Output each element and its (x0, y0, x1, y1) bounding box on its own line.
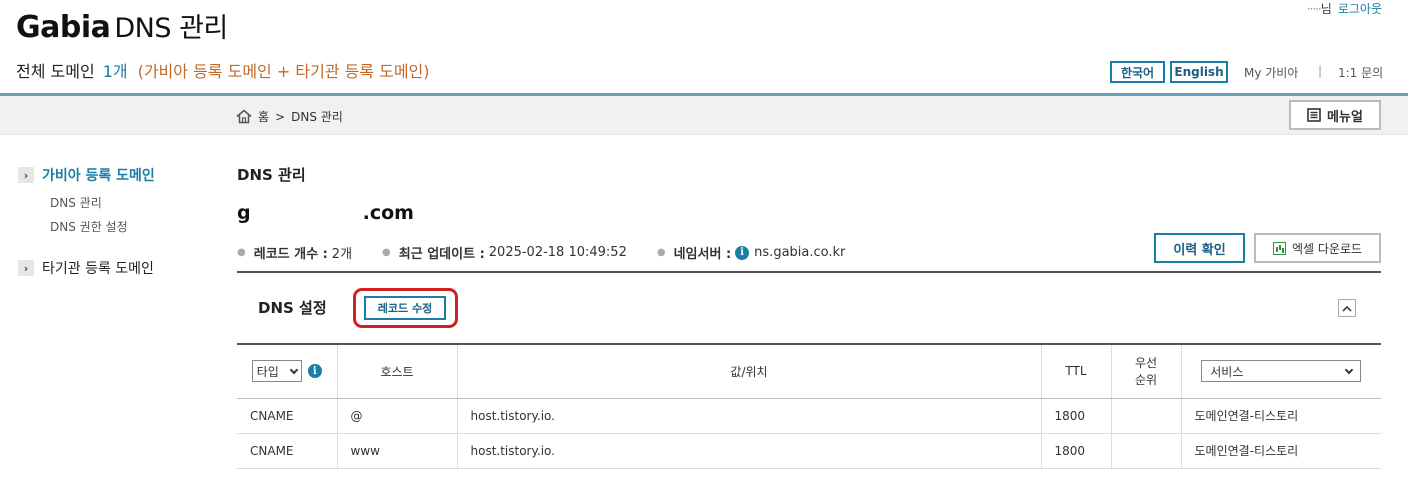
table-row: CNAME www host.tistory.io. 1800 도메인연결-티스… (237, 433, 1381, 469)
user-area: ·····님 로그아웃 (1307, 0, 1382, 17)
header-value: 값/위치 (457, 343, 1042, 399)
user-suffix: 님 (1320, 2, 1332, 16)
cell-host: www (337, 433, 458, 469)
lang-korean-button[interactable]: 한국어 (1110, 61, 1165, 83)
cell-type: CNAME (237, 433, 338, 469)
excel-label: 엑셀 다운로드 (1291, 241, 1363, 256)
page-title: DNS 관리 (237, 166, 306, 184)
info-icon[interactable]: i (307, 364, 322, 379)
breadcrumb-current: DNS 관리 (291, 110, 343, 124)
header-ttl: TTL (1041, 343, 1112, 399)
lang-english-button[interactable]: English (1170, 61, 1228, 83)
home-icon[interactable] (236, 109, 252, 124)
header-priority-line2: 순위 (1134, 373, 1158, 388)
breadcrumb-bar (0, 96, 1408, 135)
cell-service: 도메인연결-티스토리 (1181, 433, 1381, 469)
chevron-right-icon: › (18, 260, 34, 276)
header-priority-line1: 우선 (1134, 356, 1158, 371)
header-priority: 우선 순위 (1111, 343, 1182, 399)
sidebar-item-dns-permission[interactable]: DNS 권한 설정 (50, 218, 128, 235)
cell-service: 도메인연결-티스토리 (1181, 398, 1381, 434)
stat-record-count: ● 레코드 개수 : 2개 (237, 243, 352, 262)
service-select-value: 서비스 (1210, 364, 1244, 379)
summary-label: 전체 도메인 (16, 62, 95, 81)
stat-label: 최근 업데이트 : (398, 247, 485, 262)
manual-button[interactable]: 메뉴얼 (1289, 100, 1381, 130)
cell-priority (1111, 398, 1182, 434)
bullet-icon: ● (382, 247, 391, 258)
cell-ttl: 1800 (1041, 433, 1112, 469)
user-name: ····· (1306, 2, 1322, 16)
sidebar-group-label: 가비아 등록 도메인 (42, 168, 155, 184)
section-divider (237, 271, 1381, 273)
type-select[interactable]: 타입 (251, 360, 302, 383)
breadcrumb-home[interactable]: 홈 (258, 108, 269, 125)
document-icon (1307, 108, 1321, 122)
brand-name: Gabia (16, 10, 111, 45)
stat-updated: ● 최근 업데이트 : 2025-02-18 10:49:52 (382, 243, 627, 262)
table-row: CNAME @ host.tistory.io. 1800 도메인연결-티스토리 (237, 398, 1381, 434)
chevron-down-icon (1345, 365, 1354, 374)
bullet-icon: ● (237, 247, 246, 258)
cell-ttl: 1800 (1041, 398, 1112, 434)
excel-icon (1272, 241, 1286, 255)
sidebar-group-other[interactable]: › 타기관 등록 도메인 (18, 258, 154, 278)
excel-download-button[interactable]: 엑셀 다운로드 (1254, 233, 1381, 263)
history-button[interactable]: 이력 확인 (1154, 233, 1245, 263)
chevron-down-icon (289, 365, 298, 374)
logout-link[interactable]: 로그아웃 (1338, 2, 1382, 16)
domain-name: g .com (237, 202, 414, 224)
cell-priority (1111, 433, 1182, 469)
domain-suffix: .com (362, 202, 414, 224)
sidebar-item-dns-manage[interactable]: DNS 관리 (50, 194, 102, 211)
collapse-button[interactable] (1338, 299, 1356, 317)
sidebar-group-gabia[interactable]: › 가비아 등록 도메인 (18, 165, 155, 185)
header-separator: | (1318, 64, 1323, 78)
breadcrumb-separator: > (275, 109, 286, 124)
header-service: 서비스 (1181, 343, 1381, 399)
chevron-right-icon: › (18, 167, 34, 183)
my-gabia-link[interactable]: My 가비아 (1244, 64, 1298, 81)
cell-host: @ (337, 398, 458, 434)
chevron-up-icon (1342, 305, 1352, 312)
domain-summary: 전체 도메인 1개 (가비아 등록 도메인 + 타기관 등록 도메인) (16, 58, 430, 82)
domain-mask (250, 205, 363, 219)
header-host: 호스트 (337, 343, 458, 399)
bullet-icon: ● (656, 247, 666, 258)
domain-stats: ● 레코드 개수 : 2개 ● 최근 업데이트 : 2025-02-18 10:… (237, 243, 875, 262)
stat-label: 네임서버 : (673, 247, 732, 262)
dns-records-table: 타입 i 호스트 값/위치 TTL 우선 순위 서비스 CNAME @ host… (237, 343, 1381, 469)
cell-value: host.tistory.io. (457, 433, 1042, 469)
cell-type: CNAME (237, 398, 338, 434)
stat-value: ns.gabia.co.kr (754, 245, 846, 260)
cell-value: host.tistory.io. (457, 398, 1042, 434)
stat-label: 레코드 개수 : (253, 247, 328, 262)
header-type: 타입 i (237, 343, 338, 399)
breadcrumb: 홈 > DNS 관리 (236, 108, 343, 125)
section-title: DNS 설정 (258, 299, 327, 317)
stat-value: 2개 (331, 247, 353, 262)
app-logo[interactable]: Gabia DNS 관리 (16, 6, 228, 45)
summary-detail: (가비아 등록 도메인 + 타기관 등록 도메인) (137, 62, 430, 81)
stat-nameserver: ● 네임서버 : i ns.gabia.co.kr (657, 243, 846, 262)
stat-value: 2025-02-18 10:49:52 (488, 245, 627, 260)
edit-records-button[interactable]: 레코드 수정 (364, 296, 446, 320)
manual-label: 메뉴얼 (1327, 109, 1363, 125)
app-title: DNS 관리 (114, 13, 228, 44)
service-select[interactable]: 서비스 (1201, 360, 1362, 383)
type-select-value: 타입 (256, 364, 279, 379)
domain-prefix: g (237, 202, 251, 224)
table-header-row: 타입 i 호스트 값/위치 TTL 우선 순위 서비스 (237, 343, 1381, 399)
inquiry-link[interactable]: 1:1 문의 (1338, 64, 1383, 81)
info-icon[interactable]: i (735, 245, 750, 260)
summary-count: 1개 (102, 62, 128, 81)
sidebar-group-label: 타기관 등록 도메인 (42, 261, 154, 277)
